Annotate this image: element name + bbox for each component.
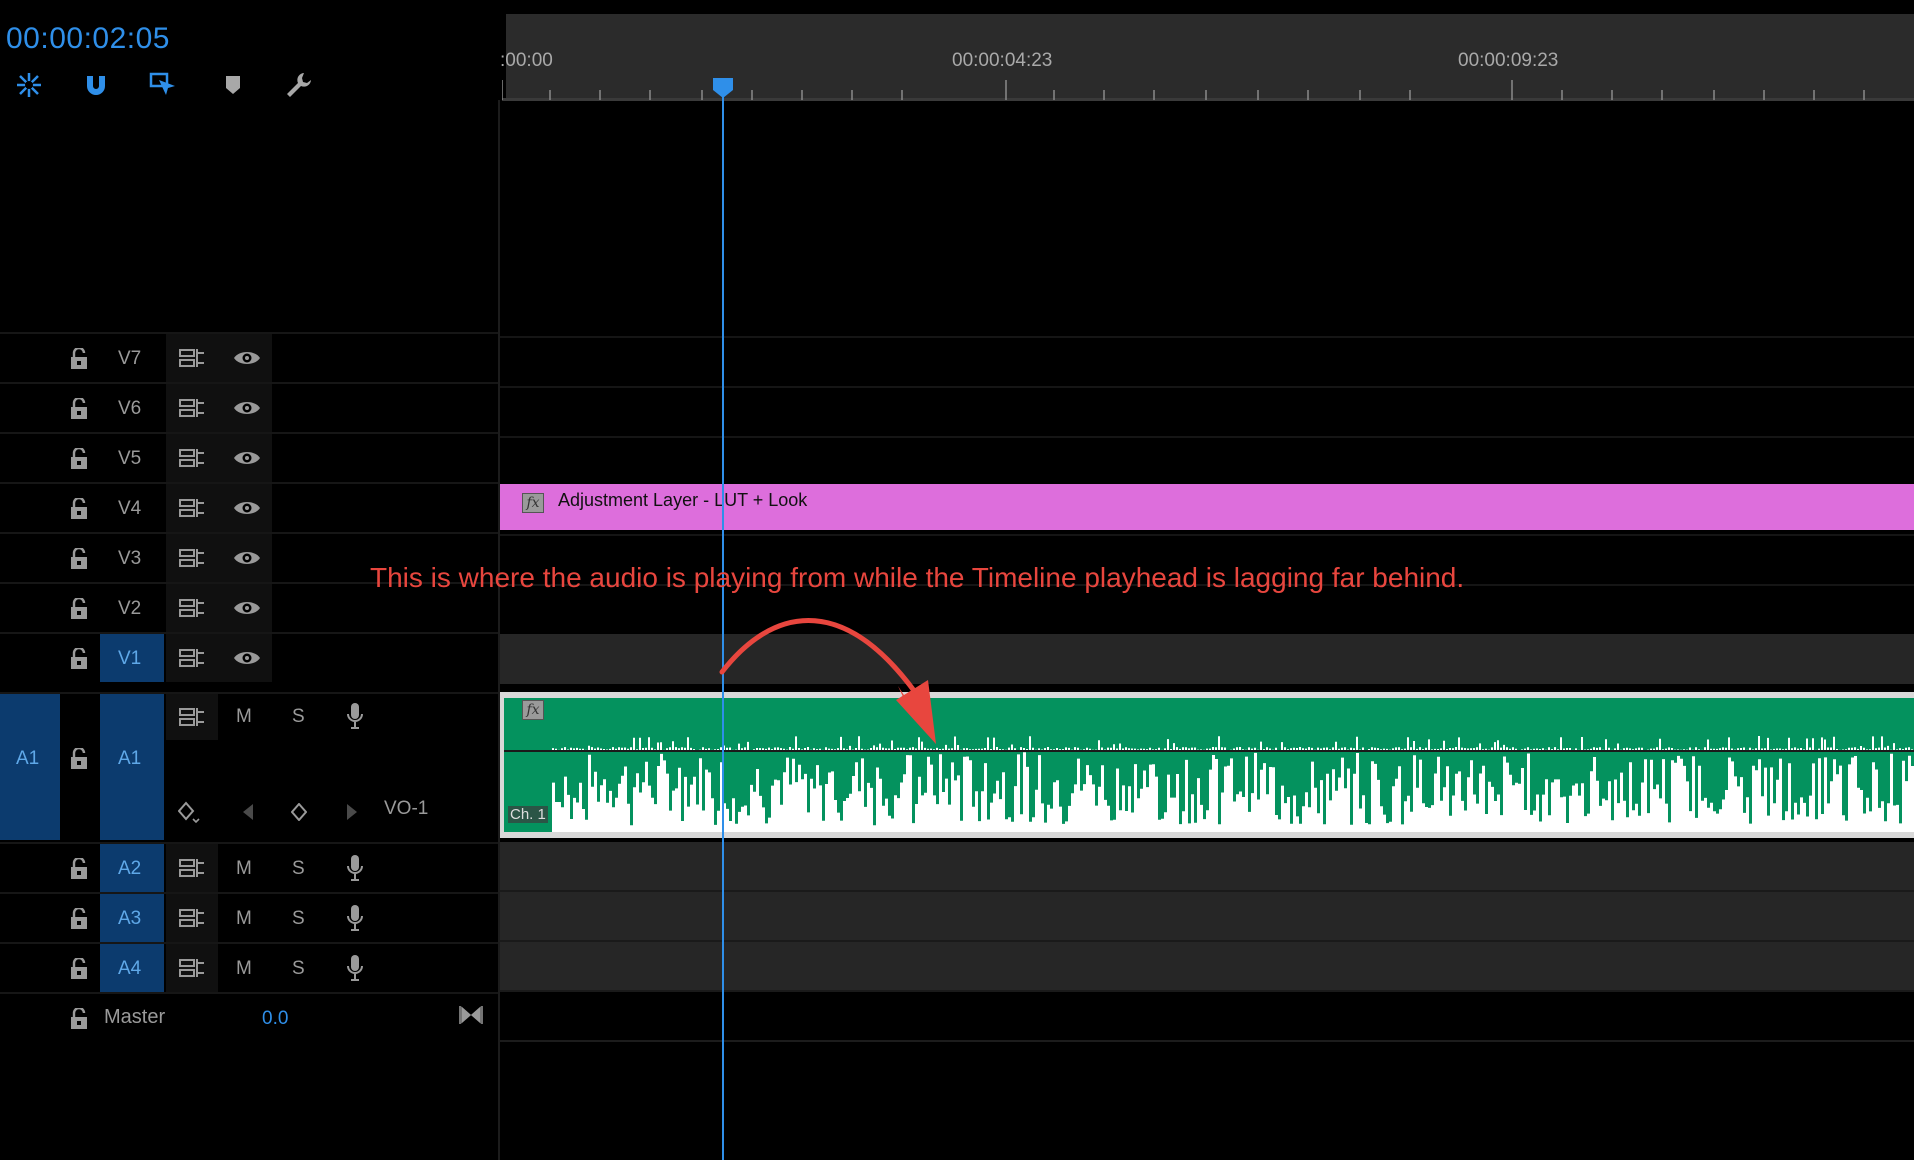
insert-nest-tool-icon[interactable]	[12, 68, 46, 102]
toggle-track-output-eye-icon[interactable]	[230, 344, 264, 372]
lock-icon[interactable]	[66, 954, 92, 984]
lane-a3[interactable]	[500, 892, 1914, 942]
playhead-handle[interactable]	[711, 76, 735, 104]
lock-icon[interactable]	[66, 494, 92, 524]
voice-over-record-icon[interactable]	[340, 852, 370, 884]
panel-divider[interactable]	[498, 100, 500, 1160]
ruler-label-9-23: 00:00:09:23	[1458, 50, 1559, 71]
solo-track-a2-button[interactable]: S	[292, 858, 305, 880]
sync-lock-icon[interactable]	[176, 544, 208, 572]
lock-icon[interactable]	[66, 594, 92, 624]
lock-icon[interactable]	[66, 444, 92, 474]
sync-lock-icon[interactable]	[176, 854, 208, 882]
ruler-label-4-23: 00:00:04:23	[952, 50, 1053, 71]
audio-clip-fx-badge[interactable]: fx	[522, 700, 544, 720]
lane-a2[interactable]	[500, 842, 1914, 892]
track-header-a3: A3 M S	[0, 892, 498, 942]
annotation-arrow	[719, 618, 936, 744]
toggle-track-output-eye-icon[interactable]	[230, 594, 264, 622]
lock-icon[interactable]	[66, 1004, 92, 1034]
mute-track-a1-button[interactable]: M	[236, 706, 252, 728]
lock-icon[interactable]	[66, 544, 92, 574]
sync-lock-icon[interactable]	[176, 954, 208, 982]
timeline-settings-wrench-icon[interactable]	[282, 68, 316, 102]
playhead-timecode[interactable]: 00:00:02:05	[6, 22, 170, 56]
lock-icon[interactable]	[66, 644, 92, 674]
target-track-a1[interactable]: A1	[100, 694, 164, 840]
track-header-a2: A2 M S	[0, 842, 498, 892]
track-name-a4[interactable]: A4	[118, 958, 141, 980]
track-header-v7: V7	[0, 332, 498, 382]
solo-track-a3-button[interactable]: S	[292, 908, 305, 930]
previous-keyframe-icon[interactable]	[238, 800, 258, 824]
track-name-v6[interactable]: V6	[118, 398, 141, 420]
sync-lock-icon[interactable]	[176, 494, 208, 522]
lane-v7[interactable]	[500, 336, 1914, 386]
lock-icon[interactable]	[66, 854, 92, 884]
lock-icon[interactable]	[66, 394, 92, 424]
toggle-track-output-eye-icon[interactable]	[230, 444, 264, 472]
lane-master-divider	[500, 1040, 1914, 1042]
lock-icon[interactable]	[66, 344, 92, 374]
annotation-text: This is where the audio is playing from …	[370, 562, 1465, 593]
track-header-v4: V4	[0, 482, 498, 532]
track-name-v5[interactable]: V5	[118, 448, 141, 470]
add-keyframe-icon[interactable]	[288, 800, 310, 824]
keyframe-menu-icon[interactable]	[176, 798, 204, 826]
toggle-track-output-eye-icon[interactable]	[230, 494, 264, 522]
track-header-v1: V1	[0, 632, 498, 682]
track-name-v2[interactable]: V2	[118, 598, 141, 620]
lock-icon[interactable]	[66, 744, 92, 774]
mute-track-a2-button[interactable]: M	[236, 858, 252, 880]
snap-magnet-icon[interactable]	[79, 68, 113, 102]
linked-selection-icon[interactable]	[147, 68, 181, 102]
sync-lock-icon[interactable]	[176, 444, 208, 472]
toggle-track-output-eye-icon[interactable]	[230, 394, 264, 422]
sync-lock-icon[interactable]	[176, 394, 208, 422]
track-name-v4[interactable]: V4	[118, 498, 141, 520]
track-header-a1: A1 A1 M S VO-1	[0, 692, 498, 840]
voice-over-record-icon[interactable]	[340, 700, 370, 732]
master-volume-value[interactable]: 0.0	[262, 1008, 288, 1030]
add-marker-icon[interactable]	[216, 68, 250, 102]
source-patch-a1[interactable]: A1	[0, 694, 60, 840]
ruler-label-start: :00:00	[500, 50, 553, 71]
next-keyframe-icon[interactable]	[342, 800, 362, 824]
track-name-a2[interactable]: A2	[118, 858, 141, 880]
sync-lock-icon[interactable]	[176, 904, 208, 932]
adjustment-layer-clip[interactable]: fx Adjustment Layer - LUT + Look	[500, 484, 1914, 530]
lane-a4[interactable]	[500, 942, 1914, 992]
sync-lock-icon[interactable]	[176, 644, 208, 672]
sync-lock-icon[interactable]	[176, 344, 208, 372]
mute-track-a4-button[interactable]: M	[236, 958, 252, 980]
audio-channel-label: Ch. 1	[508, 806, 548, 823]
solo-track-a1-button[interactable]: S	[292, 706, 305, 728]
target-track-a1-label: A1	[118, 748, 142, 769]
lane-v5[interactable]	[500, 436, 1914, 486]
clip-fx-badge[interactable]: fx	[522, 493, 544, 513]
lane-v6[interactable]	[500, 386, 1914, 436]
master-track-label: Master	[104, 1006, 166, 1028]
track-name-v3[interactable]: V3	[118, 548, 141, 570]
track-name-v7[interactable]: V7	[118, 348, 141, 370]
lock-icon[interactable]	[66, 904, 92, 934]
mute-track-a3-button[interactable]: M	[236, 908, 252, 930]
source-patch-a1-label: A1	[16, 748, 40, 769]
track-header-v5: V5	[0, 432, 498, 482]
toggle-track-output-eye-icon[interactable]	[230, 644, 264, 672]
track-name-a3[interactable]: A3	[118, 908, 141, 930]
voice-over-record-icon[interactable]	[340, 952, 370, 984]
track-name-v1[interactable]: V1	[118, 648, 141, 670]
go-to-in-out-icon[interactable]	[458, 1002, 484, 1028]
toggle-track-output-eye-icon[interactable]	[230, 544, 264, 572]
sync-lock-icon[interactable]	[176, 594, 208, 622]
track-header-v6: V6	[0, 382, 498, 432]
sync-lock-icon[interactable]	[176, 702, 208, 732]
track-header-master: Master 0.0	[0, 992, 498, 1042]
adjustment-layer-clip-label: Adjustment Layer - LUT + Look	[558, 490, 808, 510]
track-header-a4: A4 M S	[0, 942, 498, 992]
voice-over-record-icon[interactable]	[340, 902, 370, 934]
solo-track-a4-button[interactable]: S	[292, 958, 305, 980]
audio-clip-name-label: VO-1	[384, 798, 429, 819]
